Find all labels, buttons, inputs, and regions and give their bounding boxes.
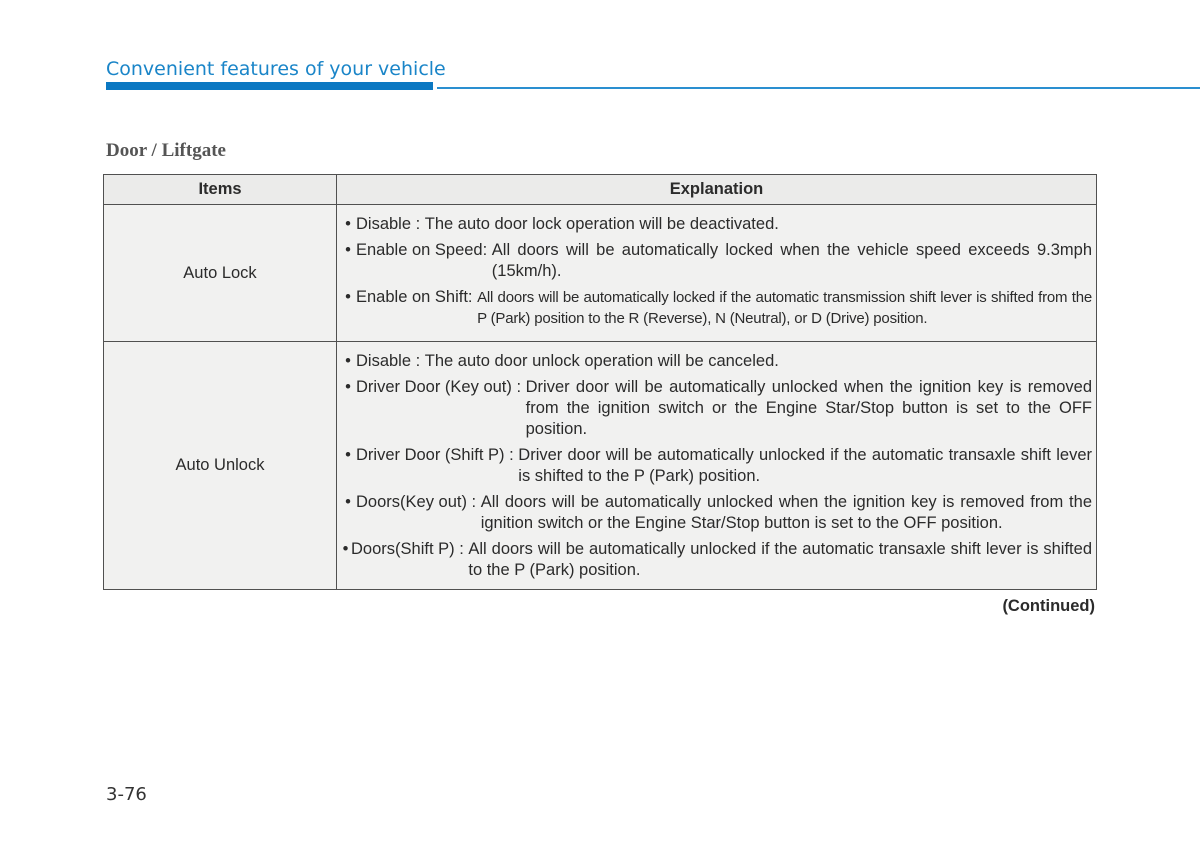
explanation-bullet: • Doors(Key out) : All doors will be aut… (340, 492, 1092, 534)
bullet-label: Disable : (356, 215, 425, 233)
bullet-text: The auto door unlock operation will be c… (424, 352, 779, 370)
page-number: 3-76 (106, 784, 147, 805)
bullet-icon: • (345, 352, 351, 370)
bullet-text: All doors will be automatically locked w… (491, 241, 1092, 280)
chapter-title-underline (106, 82, 433, 90)
bullet-label: Driver Door (Key out) : (356, 378, 526, 396)
bullet-label: Enable on Shift: (356, 288, 478, 306)
bullet-icon: • (345, 493, 351, 511)
bullet-text: The auto door lock operation will be dea… (424, 215, 779, 233)
bullet-icon: • (342, 540, 349, 558)
bullet-text: All doors will be automatically locked i… (477, 289, 1092, 327)
column-header-items: Items (103, 174, 337, 205)
section-title: Door / Liftgate (106, 140, 226, 161)
bullet-label: Doors(Key out) : (356, 493, 481, 511)
bullet-icon: • (345, 446, 351, 464)
bullet-icon: • (345, 378, 351, 396)
item-name: Auto Lock (103, 204, 337, 342)
continued-note: (Continued) (1002, 597, 1095, 615)
item-explanation: • Disable : The auto door unlock operati… (336, 341, 1097, 590)
explanation-bullet: • Enable on Speed: All doors will be aut… (340, 240, 1092, 282)
bullet-label: Enable on Speed: (356, 241, 492, 259)
explanation-bullet: • Disable : The auto door unlock operati… (340, 351, 1092, 372)
bullet-label: Disable : (356, 352, 425, 370)
table-row: Auto Lock • Disable : The auto door lock… (103, 204, 1097, 342)
bullet-text: Driver door will be automatically unlock… (525, 378, 1092, 438)
header-rule (437, 87, 1200, 89)
explanation-bullet: • Enable on Shift: All doors will be aut… (340, 287, 1092, 329)
chapter-title: Convenient features of your vehicle (106, 58, 446, 80)
bullet-icon: • (345, 288, 351, 306)
bullet-icon: • (345, 241, 351, 259)
explanation-bullet: • Driver Door (Key out) : Driver door wi… (340, 377, 1092, 440)
item-explanation: • Disable : The auto door lock operation… (336, 204, 1097, 342)
bullet-text: Driver door will be automatically unlock… (518, 446, 1092, 485)
settings-table: Items Explanation Auto Lock • Disable : … (103, 174, 1097, 590)
explanation-bullet: • Doors(Shift P) : All doors will be aut… (340, 539, 1092, 581)
table-header-row: Items Explanation (103, 174, 1097, 205)
bullet-label: Driver Door (Shift P) : (356, 446, 519, 464)
bullet-label: Doors(Shift P) : (351, 540, 469, 558)
column-header-explanation: Explanation (336, 174, 1097, 205)
bullet-icon: • (345, 215, 351, 233)
explanation-bullet: • Driver Door (Shift P) : Driver door wi… (340, 445, 1092, 487)
table-row: Auto Unlock • Disable : The auto door un… (103, 341, 1097, 590)
bullet-text: All doors will be automatically unlocked… (480, 493, 1092, 532)
bullet-text: All doors will be automatically unlocked… (468, 540, 1092, 579)
item-name: Auto Unlock (103, 341, 337, 590)
explanation-bullet: • Disable : The auto door lock operation… (340, 214, 1092, 235)
